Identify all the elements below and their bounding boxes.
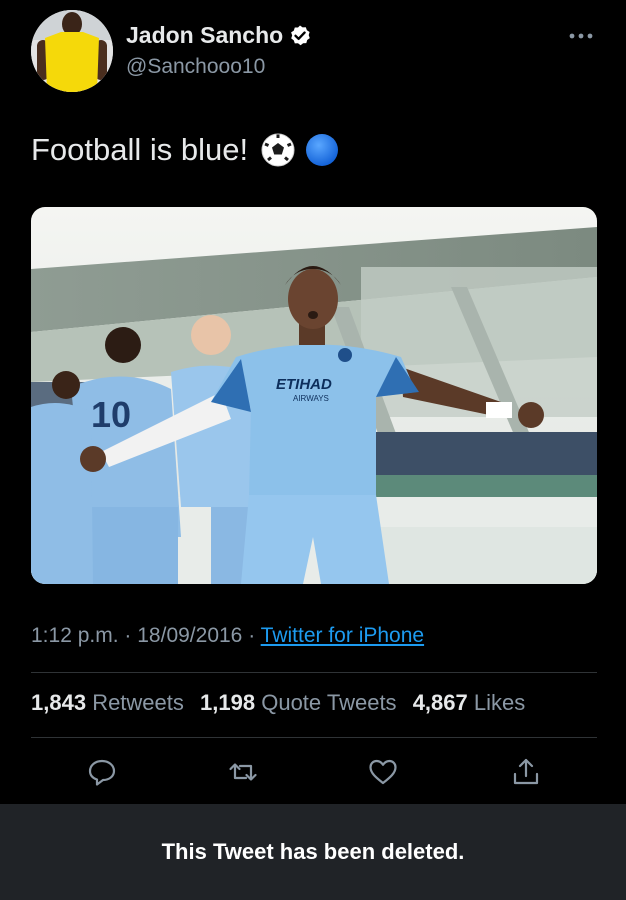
deleted-tweet-notice: This Tweet has been deleted. xyxy=(161,839,465,864)
avatar-image xyxy=(31,10,113,92)
tweet-text: Football is blue! xyxy=(31,132,340,168)
likes-stat[interactable]: 4,867 Likes xyxy=(413,690,526,716)
shirt-number: 10 xyxy=(91,394,131,435)
like-icon[interactable] xyxy=(366,755,400,789)
retweets-count: 1,843 xyxy=(31,690,87,715)
shirt-sponsor-sub: AIRWAYS xyxy=(293,394,329,403)
reply-icon[interactable] xyxy=(85,755,119,789)
share-icon[interactable] xyxy=(509,755,543,789)
quote-tweets-label: Quote Tweets xyxy=(261,690,397,715)
divider-bottom xyxy=(31,737,597,738)
more-options-icon[interactable] xyxy=(566,26,596,46)
author-name[interactable]: Jadon Sancho xyxy=(126,22,312,49)
likes-count: 4,867 xyxy=(412,690,468,715)
tweet-photo[interactable]: 10 ETIHAD AIRWAYS xyxy=(31,207,597,584)
tweet-text-content: Football is blue! xyxy=(31,132,249,167)
tweet-stats: 1,843 Retweets 1,198 Quote Tweets 4,867 … xyxy=(31,690,535,716)
author-avatar[interactable] xyxy=(31,10,113,92)
soccer-ball-icon xyxy=(261,133,295,167)
tweet-metadata: 1:12 p.m. · 18/09/2016 · Twitter for iPh… xyxy=(31,624,424,648)
quote-tweets-count: 1,198 xyxy=(200,690,256,715)
retweet-icon[interactable] xyxy=(226,755,260,789)
deleted-tweet-banner: This Tweet has been deleted. xyxy=(0,804,626,900)
blue-circle-icon xyxy=(306,134,339,166)
tweet-source-link[interactable]: Twitter for iPhone xyxy=(261,624,424,647)
author-display-name: Jadon Sancho xyxy=(126,22,284,48)
likes-label: Likes xyxy=(473,690,526,715)
divider-top xyxy=(31,672,597,673)
retweets-label: Retweets xyxy=(92,690,184,715)
author-handle[interactable]: @Sanchooo10 xyxy=(126,55,265,79)
meta-separator: · xyxy=(124,624,132,647)
quote-tweets-stat[interactable]: 1,198 Quote Tweets xyxy=(200,690,397,716)
retweets-stat[interactable]: 1,843 Retweets xyxy=(31,690,184,716)
meta-separator-2: · xyxy=(248,624,256,647)
photo-image: 10 ETIHAD AIRWAYS xyxy=(31,207,597,584)
tweet-date[interactable]: 18/09/2016 xyxy=(137,624,242,647)
tweet-time[interactable]: 1:12 p.m. xyxy=(31,624,119,647)
verified-badge-icon xyxy=(291,25,311,45)
shirt-sponsor: ETIHAD xyxy=(276,376,332,393)
